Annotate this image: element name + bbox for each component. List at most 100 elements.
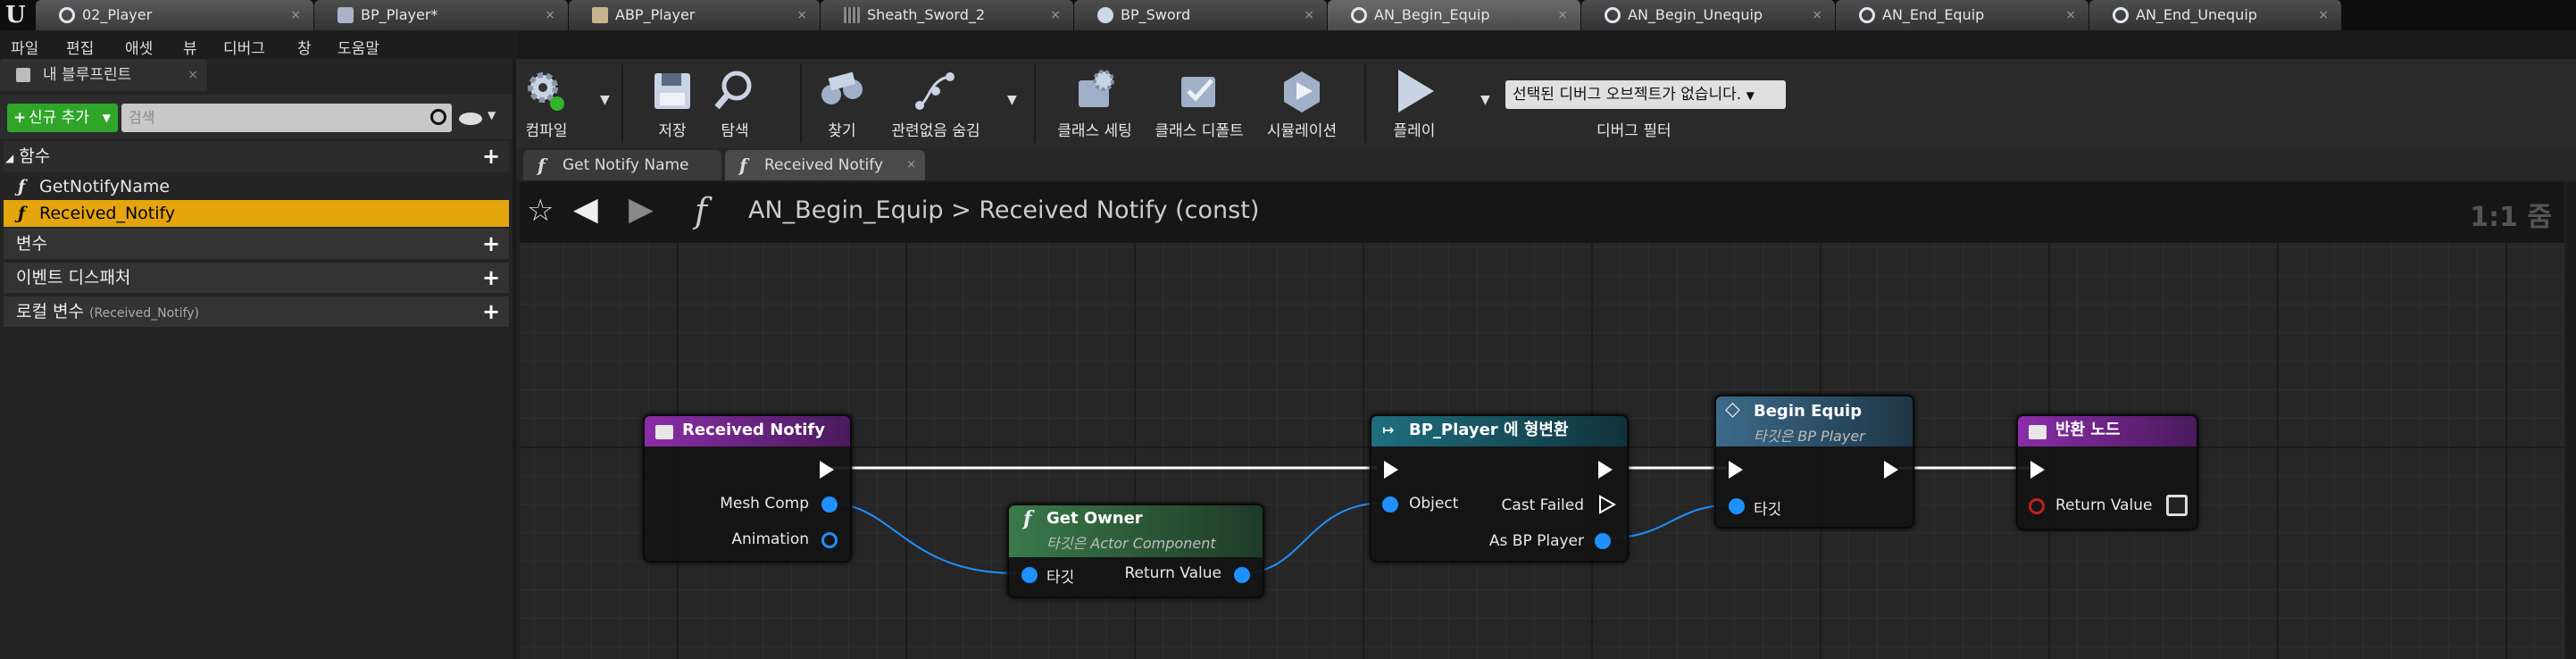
target-pin[interactable] [1021, 567, 1038, 583]
close-icon[interactable]: × [2065, 0, 2076, 30]
exec-in-pin[interactable] [1384, 461, 1398, 479]
variables-section[interactable]: 변수 + [4, 229, 509, 259]
tab-an-end-equip[interactable]: AN_End_Equip × [1836, 0, 2089, 30]
close-icon[interactable]: × [906, 150, 916, 180]
close-icon[interactable]: × [188, 59, 198, 91]
add-dispatcher-button[interactable]: + [482, 267, 500, 288]
close-icon[interactable]: × [796, 0, 807, 30]
menu-view[interactable]: 뷰 [183, 36, 197, 58]
tab-label: Received Notify [764, 156, 884, 174]
begin-equip-node[interactable]: ◇ Begin Equip 타깃은 BP Player 타깃 [1714, 395, 1914, 529]
menu-debug[interactable]: 디버그 [223, 36, 265, 58]
add-new-button[interactable]: + 신규 추가 ▼ [7, 104, 118, 132]
pin-label: As BP Player [1488, 532, 1584, 550]
animation-pin[interactable] [821, 532, 838, 548]
menu-file[interactable]: 파일 [11, 36, 38, 58]
close-icon[interactable]: × [2318, 0, 2329, 30]
exec-outline-icon [1599, 495, 1617, 514]
simulation-icon [1284, 71, 1320, 113]
tab-bp-sword[interactable]: BP_Sword × [1074, 0, 1328, 30]
menu-help[interactable]: 도움말 [338, 36, 379, 58]
get-owner-node[interactable]: f Get Owner 타깃은 Actor Component 타깃 Retur… [1007, 504, 1264, 598]
tab-an-begin-equip[interactable]: AN_Begin_Equip × [1328, 0, 1581, 30]
node-header: ◇ Begin Equip 타깃은 BP Player [1716, 396, 1913, 446]
save-button[interactable]: 저장 [641, 59, 704, 148]
received-notify-node[interactable]: Received Notify Mesh Comp Animation [643, 414, 852, 563]
function-icon: f [739, 154, 747, 176]
search-icon [430, 109, 446, 125]
toolbar-divider [1364, 64, 1366, 143]
simulation-button[interactable]: 시뮬레이션 [1257, 59, 1346, 148]
debug-object-select[interactable]: 선택된 디버그 오브젝트가 없습니다. ▼ [1505, 80, 1786, 109]
cast-to-bp-player-node[interactable]: ↦ BP_Player 에 형변환 Object Cast Failed As … [1370, 414, 1629, 563]
tab-abp-player[interactable]: ABP_Player × [569, 0, 821, 30]
hide-unrelated-icon [915, 72, 955, 110]
menu-window[interactable]: 창 [297, 36, 312, 58]
unreal-logo-icon: U [5, 2, 26, 29]
play-options-dropdown[interactable]: ▼ [1480, 93, 1490, 107]
close-icon[interactable]: × [1050, 0, 1061, 30]
add-local-variable-button[interactable]: + [482, 301, 500, 322]
tab-label: ABP_Player [615, 6, 696, 23]
exec-out-pin[interactable] [1884, 461, 1898, 479]
close-icon[interactable]: × [545, 0, 555, 30]
return-value-pin[interactable] [1234, 567, 1250, 583]
graph-scrollbar[interactable] [2566, 182, 2576, 659]
chevron-down-icon[interactable]: ▼ [488, 109, 496, 121]
tab-an-end-unequip[interactable]: AN_End_Unequip × [2089, 0, 2342, 30]
add-new-label: 신규 추가 [29, 109, 89, 127]
as-bp-player-pin[interactable] [1595, 533, 1611, 549]
play-button[interactable]: 플레이 [1379, 59, 1450, 148]
exec-in-pin[interactable] [1729, 461, 1743, 479]
functions-section[interactable]: ◢ 함수 + [4, 141, 509, 171]
class-settings-button[interactable]: 클래스 세팅 [1052, 59, 1138, 148]
add-function-button[interactable]: + [482, 146, 500, 167]
graph-canvas[interactable]: ☆ ◀ ▶ f AN_Begin_Equip > Received Notify… [520, 182, 2564, 659]
collapse-icon[interactable]: ◢ [5, 152, 13, 164]
tab-received-notify[interactable]: f Received Notify × [725, 150, 925, 180]
close-icon[interactable]: × [1812, 0, 1822, 30]
blueprint-icon [16, 68, 30, 82]
exec-out-pin[interactable] [820, 461, 834, 479]
local-variables-section[interactable]: 로컬 변수 (Received_Notify) + [4, 296, 509, 327]
object-pin[interactable] [1382, 496, 1398, 513]
tab-an-begin-unequip[interactable]: AN_Begin_Unequip × [1581, 0, 1836, 30]
eye-icon[interactable] [459, 113, 482, 125]
exec-in-pin[interactable] [2030, 461, 2045, 479]
toolbar-divider [800, 64, 802, 143]
notify-icon [1605, 7, 1621, 23]
mesh-comp-pin[interactable] [821, 496, 838, 513]
cast-failed-exec-pin[interactable] [1598, 495, 1617, 514]
pin-label: Animation [731, 530, 809, 548]
close-icon[interactable]: × [290, 0, 301, 30]
tab-bp-player[interactable]: BP_Player* × [314, 0, 569, 30]
compile-button[interactable]: 컴파일 [520, 59, 573, 148]
hide-unrelated-button[interactable]: 관련없음 숨김 [882, 59, 989, 148]
close-icon[interactable]: × [1304, 0, 1314, 30]
return-value-checkbox[interactable] [2166, 495, 2188, 516]
menu-asset[interactable]: 애셋 [125, 36, 153, 58]
class-defaults-button[interactable]: 클래스 디폴트 [1150, 59, 1248, 148]
return-value-pin[interactable] [2029, 498, 2045, 514]
exec-out-pin[interactable] [1598, 461, 1613, 479]
hide-unrelated-dropdown[interactable]: ▼ [1007, 93, 1017, 107]
function-item[interactable]: ƒ GetNotifyName [4, 173, 509, 200]
add-variable-button[interactable]: + [482, 233, 500, 254]
return-node[interactable]: 반환 노드 Return Value [2016, 414, 2198, 530]
browse-button[interactable]: 탐색 [704, 59, 766, 148]
menu-edit[interactable]: 편집 [66, 36, 94, 58]
find-button[interactable]: 찾기 [811, 59, 873, 148]
montage-icon [844, 7, 860, 23]
tab-sheath-sword[interactable]: Sheath_Sword_2 × [821, 0, 1074, 30]
close-icon[interactable]: × [1557, 0, 1568, 30]
function-item-selected[interactable]: ƒ Received_Notify [4, 200, 509, 227]
event-dispatchers-section[interactable]: 이벤트 디스패처 + [4, 263, 509, 293]
my-blueprint-tab[interactable]: 내 블루프린트 × [0, 59, 207, 91]
search-input[interactable]: 검색 [121, 104, 452, 132]
compile-options-dropdown[interactable]: ▼ [600, 93, 610, 107]
tab-02-player[interactable]: 02_Player × [36, 0, 314, 30]
override-function-icon: ƒ [18, 204, 26, 223]
target-pin[interactable] [1729, 498, 1745, 514]
graph-tabs: f Get Notify Name f Received Notify × [516, 148, 2576, 180]
tab-get-notify-name[interactable]: f Get Notify Name [523, 150, 721, 180]
